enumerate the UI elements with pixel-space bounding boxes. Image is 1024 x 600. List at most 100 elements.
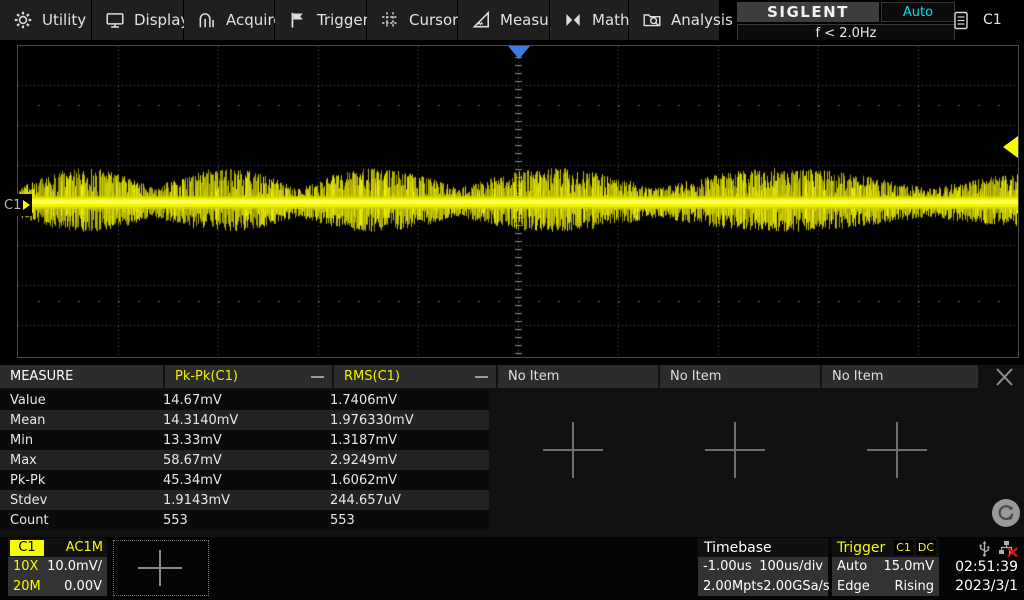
stat-value-rms: 1.3187mV [330, 430, 489, 450]
add-channel-button[interactable] [113, 540, 209, 596]
stat-name: Max [0, 450, 163, 470]
stat-value-rms: 1.6062mV [330, 470, 489, 490]
timebase-body: -1.00us 100us/div 2.00Mpts 2.00GSa/s [698, 557, 828, 596]
trigger-chips: C1 DC [894, 540, 939, 555]
usb-icon [977, 540, 992, 557]
menu-item-label: Utility [42, 11, 86, 29]
menu-item-display[interactable]: Display [92, 0, 183, 40]
trigger-level-marker[interactable] [1003, 136, 1018, 158]
channel-body: 10X 10.0mV/ 20M 0.00V [8, 557, 107, 596]
acquire-icon [197, 10, 217, 30]
trigger-slope: Rising [894, 579, 934, 594]
menu-item-acquire[interactable]: Acquire [184, 0, 274, 40]
acquisition-status-badge[interactable]: Auto [881, 2, 955, 22]
measure-row-pk-pk: Pk-Pk45.34mV1.6062mV [0, 470, 489, 490]
analysis-icon [642, 10, 662, 30]
channel-descriptor-box[interactable]: C1 AC1M 10X 10.0mV/ 20M 0.00V [8, 538, 107, 596]
measure-row-min: Min13.33mV1.3187mV [0, 430, 489, 450]
stat-name: Mean [0, 410, 163, 430]
measure-column-header-2[interactable]: RMS(C1) [334, 365, 496, 388]
stat-value-pkpk: 14.3140mV [163, 410, 330, 430]
trigger-position-marker[interactable] [508, 46, 530, 59]
add-measurement-button-2[interactable] [705, 422, 765, 478]
measure-column-label: Pk-Pk(C1) [175, 369, 238, 384]
measure-column-header-5[interactable]: No Item [822, 365, 978, 388]
stat-name: Pk-Pk [0, 470, 163, 490]
sample-rate: 2.00GSa/s [763, 579, 829, 594]
brand-cluster: SIGLENT Auto f < 2.0Hz [737, 2, 955, 40]
cursors-icon [380, 10, 400, 30]
add-measurement-button-3[interactable] [867, 422, 927, 478]
siglent-logo: SIGLENT [737, 2, 879, 22]
stat-value-pkpk: 1.9143mV [163, 490, 330, 510]
measure-row-mean: Mean14.3140mV1.976330mV [0, 410, 489, 430]
acquisition-status-text: Auto [903, 5, 933, 20]
measure-header-row: MEASURE Pk-Pk(C1)RMS(C1)No ItemNo ItemNo… [0, 365, 980, 388]
remove-measurement-icon[interactable] [311, 376, 324, 378]
menu-item-math[interactable]: Math [550, 0, 628, 40]
trigger-box[interactable]: Trigger C1 DC Auto 15.0mV Edge Rising [832, 538, 939, 596]
gear-icon [13, 10, 33, 30]
menu-item-label: Math [592, 11, 630, 29]
stat-value-pkpk: 13.33mV [163, 430, 330, 450]
timebase-delay: -1.00us [703, 559, 752, 574]
circular-arrows-icon [996, 503, 1016, 523]
menu-item-analysis[interactable]: Analysis [629, 0, 719, 40]
frequency-counter-text: f < 2.0Hz [815, 26, 876, 41]
remove-measurement-icon[interactable] [475, 376, 488, 378]
menu-item-trigger[interactable]: Trigger [275, 0, 366, 40]
graticule[interactable] [17, 45, 1019, 358]
channel-menu-button[interactable]: C1 [945, 0, 1024, 40]
menu-item-cursors[interactable]: Cursors [367, 0, 457, 40]
stat-value-pkpk: 45.34mV [163, 470, 330, 490]
oscilloscope-screen: UtilityDisplayAcquireTriggerCursorsMeasu… [0, 0, 1024, 600]
stat-name: Stdev [0, 490, 163, 510]
probe-attenuation: 10X [13, 559, 38, 574]
add-measurement-button-1[interactable] [543, 422, 603, 478]
measure-column-header-1[interactable]: Pk-Pk(C1) [165, 365, 332, 388]
logo-text: SIGLENT [767, 3, 849, 21]
clock-time: 02:51:39 [944, 558, 1022, 577]
gesture-knob[interactable] [992, 499, 1020, 527]
channel-position-label: C1 [4, 198, 21, 213]
channel-menu-label: C1 [983, 12, 1002, 28]
waveform-area: C1 [0, 40, 1024, 365]
clock-date: 2023/3/1 [944, 577, 1022, 596]
timebase-box[interactable]: Timebase -1.00us 100us/div 2.00Mpts 2.00… [698, 538, 828, 596]
math-icon [563, 10, 583, 30]
menu-item-label: Display [134, 11, 189, 29]
stat-value-rms: 1.976330mV [330, 410, 489, 430]
measure-row-stdev: Stdev1.9143mV244.657uV [0, 490, 489, 510]
memory-depth: 2.00Mpts [703, 579, 763, 594]
menu-bar: Utility DisplayAcquireTriggerCursorsMeasu… [0, 0, 1024, 40]
trigger-title: Trigger [837, 540, 885, 556]
display-icon [105, 10, 125, 30]
timebase-scale: 100us/div [759, 559, 823, 574]
stat-name: Min [0, 430, 163, 450]
menu-item-measure[interactable]: Measure [458, 0, 549, 40]
flag-icon [288, 10, 308, 30]
measure-column-header-4[interactable]: No Item [660, 365, 820, 388]
channel-header: C1 AC1M [8, 538, 107, 557]
measure-column-header-3[interactable]: No Item [498, 365, 658, 388]
measure-row-max: Max58.67mV2.9249mV [0, 450, 489, 470]
stat-value-rms: 553 [330, 510, 489, 530]
measure-icon [471, 10, 491, 30]
measure-title: MEASURE [10, 369, 73, 384]
channel-position-marker[interactable]: C1 [2, 194, 32, 216]
trigger-source-badge: C1 [894, 540, 913, 555]
timebase-title: Timebase [698, 538, 828, 557]
menu-item-utility[interactable]: Utility [0, 0, 91, 40]
measure-column-label: No Item [832, 369, 883, 384]
bottom-bar: C1 AC1M 10X 10.0mV/ 20M 0.00V Timebase [0, 537, 1024, 600]
measure-row-count: Count553553 [0, 510, 489, 530]
status-area: 02:51:39 2023/3/1 [944, 538, 1022, 596]
plus-icon [138, 550, 182, 586]
stat-value-pkpk: 553 [163, 510, 330, 530]
measure-panel: MEASURE Pk-Pk(C1)RMS(C1)No ItemNo ItemNo… [0, 365, 1024, 537]
channel-badge: C1 [10, 540, 44, 556]
c1-waveform-trace [18, 46, 1018, 357]
close-icon[interactable] [988, 366, 1020, 388]
trigger-body: Auto 15.0mV Edge Rising [832, 557, 939, 596]
stat-value-rms: 1.7406mV [330, 390, 489, 410]
